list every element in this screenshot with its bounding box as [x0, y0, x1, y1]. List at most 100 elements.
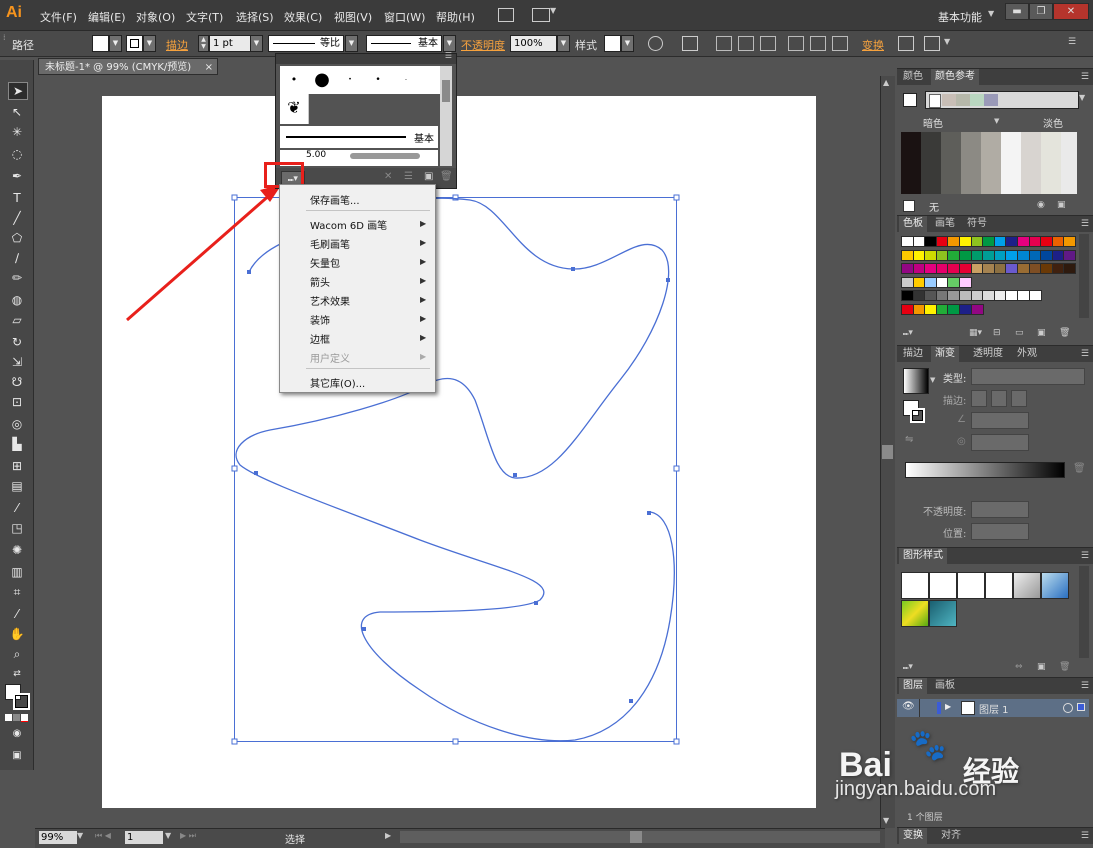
style-swatch[interactable] [604, 35, 621, 52]
hand-tool-icon[interactable]: ✋ [8, 626, 26, 642]
free-transform-tool-icon[interactable]: ⊡ [8, 394, 26, 410]
none-mode-icon[interactable] [21, 714, 28, 722]
profile-dropdown[interactable]: ▼ [345, 35, 358, 52]
tab-appearance[interactable]: 外观 [1013, 346, 1041, 362]
align-top-icon[interactable] [788, 36, 804, 51]
tab-brushes[interactable]: 画笔 [931, 216, 959, 232]
magic-wand-tool-icon[interactable]: ✳ [8, 124, 26, 140]
stroke-link[interactable]: 描边 [166, 37, 188, 53]
graphic-style-gray[interactable] [1013, 572, 1041, 599]
brush-swatch-5[interactable]: · [392, 66, 421, 94]
layer-name[interactable]: 图层 1 [979, 701, 1009, 716]
column-graph-tool-icon[interactable]: ▥ [8, 564, 26, 580]
artboard-dropdown-icon[interactable]: ▼ [165, 831, 171, 840]
panel-menu-icon[interactable]: ☰ [1081, 828, 1089, 844]
swatch-chip[interactable] [1063, 249, 1077, 261]
stroke-gradient-across-icon[interactable] [1011, 390, 1027, 407]
brush-swatch-1[interactable]: • [280, 66, 309, 94]
gradient-opacity-input[interactable] [971, 501, 1029, 518]
stroke-weight-stepper[interactable]: ▲ ▼ [198, 35, 209, 52]
align-to-icon[interactable] [682, 36, 698, 51]
tab-transparency[interactable]: 透明度 [969, 346, 1007, 362]
scroll-down-icon[interactable]: ▼ [883, 816, 889, 825]
stroke-swatch[interactable] [126, 35, 143, 52]
tab-graphic-styles[interactable]: 图形样式 [899, 548, 947, 564]
panel-menu-icon[interactable]: ☰ [1081, 69, 1089, 85]
perspective-grid-tool-icon[interactable]: ▙ [8, 436, 26, 452]
fill-swatch[interactable] [92, 35, 109, 52]
workspace-switcher[interactable]: 基本功能 [938, 9, 982, 25]
stroke-weight-input[interactable]: 1 pt [209, 35, 252, 52]
menu-item-other-library[interactable]: 其它库(O)... [310, 375, 365, 390]
menu-item-bristle-brushes[interactable]: 毛刷画笔 [310, 236, 350, 251]
transform-link[interactable]: 变换 [862, 37, 884, 53]
brush-select[interactable]: 基本 [366, 35, 442, 52]
pencil-tool-icon[interactable]: ✏ [8, 270, 26, 286]
artboard-number-field[interactable]: 1 [125, 831, 163, 844]
zoom-dropdown-icon[interactable]: ▼ [77, 831, 83, 840]
restore-button[interactable]: ❐ [1029, 3, 1053, 20]
paintbrush-tool-icon[interactable]: ∕ [8, 250, 26, 266]
menu-item-decorative[interactable]: 装饰 [310, 312, 330, 327]
new-graphic-style-icon[interactable]: ▣ [1037, 662, 1046, 672]
chevron-down-icon[interactable]: ▼ [550, 6, 556, 15]
align-middle-icon[interactable] [810, 36, 826, 51]
graphic-style-green-pattern[interactable] [901, 600, 929, 627]
warp-tool-icon[interactable]: ☋ [8, 374, 26, 390]
swatch-scrollbar[interactable] [1079, 234, 1089, 318]
align-center-icon[interactable] [738, 36, 754, 51]
screen-mode-icon[interactable]: ▣ [8, 748, 26, 764]
graphic-style-blue[interactable] [1041, 572, 1069, 599]
artboard[interactable] [102, 96, 816, 808]
menu-view[interactable]: 视图(V) [334, 9, 372, 25]
brush-panel-scrollbar[interactable] [440, 66, 452, 166]
scroll-thumb[interactable] [630, 831, 642, 843]
align-left-icon[interactable] [716, 36, 732, 51]
tab-transform[interactable]: 变换 [899, 828, 927, 844]
scale-tool-icon[interactable]: ⇲ [8, 354, 26, 370]
menu-window[interactable]: 窗口(W) [384, 9, 425, 25]
stroke-weight-dropdown[interactable]: ▼ [250, 35, 263, 52]
swatch-library-menu-icon[interactable]: ⑉▾ [903, 328, 913, 338]
stroke-dropdown[interactable]: ▼ [143, 35, 156, 52]
color-guide-grid[interactable] [901, 132, 1077, 194]
swatch-grid[interactable] [901, 236, 1077, 316]
menu-file[interactable]: 文件(F) [40, 9, 77, 25]
basic-brush-row[interactable]: 基本 [280, 126, 438, 148]
menu-select[interactable]: 选择(S) [236, 9, 274, 25]
style-dropdown[interactable]: ▼ [621, 35, 634, 52]
eraser-tool-icon[interactable]: ▱ [8, 312, 26, 328]
tab-swatches[interactable]: 色板 [899, 216, 927, 232]
draw-mode-icon[interactable]: ◉ [8, 726, 26, 742]
reverse-gradient-icon[interactable]: ⇋ [905, 434, 913, 445]
status-menu-icon[interactable]: ▶ [385, 831, 391, 840]
new-brush-icon[interactable]: ▣ [424, 171, 433, 182]
opacity-dropdown[interactable]: ▼ [557, 35, 570, 52]
lock-column[interactable] [919, 699, 920, 717]
tab-align[interactable]: 对齐 [937, 828, 965, 844]
graphic-style-white[interactable] [957, 572, 985, 599]
menu-item-wacom-6d[interactable]: Wacom 6D 画笔 [310, 217, 387, 232]
menu-type[interactable]: 文字(T) [186, 9, 223, 25]
chevron-down-icon[interactable]: ▼ [944, 37, 950, 46]
tab-layers[interactable]: 图层 [899, 678, 927, 694]
graphic-style-none[interactable] [929, 572, 957, 599]
close-tab-icon[interactable]: × [205, 59, 213, 76]
selection-indicator[interactable] [1077, 703, 1085, 711]
align-bottom-icon[interactable] [832, 36, 848, 51]
artboard-tool-icon[interactable]: ⌗ [8, 584, 26, 600]
first-artboard-icon[interactable]: ⏮ ◀ [95, 831, 111, 841]
tab-symbols[interactable]: 符号 [963, 216, 991, 232]
brush-swatch-4[interactable]: • [364, 66, 393, 94]
opacity-input[interactable]: 100% [510, 35, 557, 52]
selection-tool-icon[interactable]: ➤ [8, 82, 28, 100]
graphic-styles-scrollbar[interactable] [1079, 566, 1089, 658]
opacity-link[interactable]: 不透明度 [461, 37, 505, 53]
fill-stroke-proxy-stroke[interactable] [910, 408, 925, 423]
limit-colors-icon[interactable]: ◉ [1037, 200, 1045, 210]
harmony-rules-bar[interactable] [925, 91, 1079, 109]
rectangle-tool-icon[interactable]: ⬠ [8, 230, 26, 246]
delete-brush-icon[interactable]: 🗑 [440, 171, 453, 182]
aspect-ratio-input[interactable] [971, 434, 1029, 451]
panel-menu-icon[interactable]: ☰ [1081, 216, 1089, 232]
